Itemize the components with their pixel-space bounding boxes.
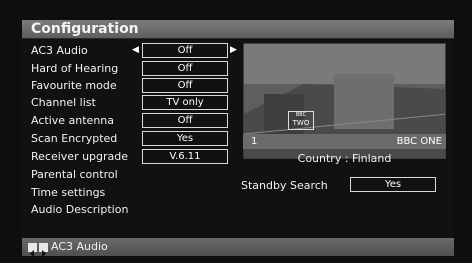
- menu-item-active-antenna[interactable]: Active antenna: [31, 113, 114, 128]
- active-antenna-value[interactable]: Off: [142, 113, 228, 128]
- menu-item-hard-of-hearing[interactable]: Hard of Hearing: [31, 61, 118, 76]
- menu-item-ac3-audio[interactable]: AC3 Audio: [31, 43, 88, 58]
- menu-item-parental-control[interactable]: Parental control: [31, 167, 118, 182]
- channel-number: 1: [251, 136, 258, 147]
- standby-search-label: Standby Search: [241, 179, 328, 192]
- footer-hint: AC3 Audio: [51, 240, 108, 253]
- footer-bar: AC3 Audio: [22, 238, 454, 257]
- country-text: Country : Finland: [297, 152, 392, 165]
- channel-list-value[interactable]: TV only: [142, 95, 228, 110]
- configuration-panel: Configuration AC3 Audio ◀ Off ▶ Hard of …: [22, 20, 454, 257]
- left-arrow-icon[interactable]: ◀: [132, 43, 139, 58]
- menu-item-channel-list[interactable]: Channel list: [31, 95, 96, 110]
- hard-of-hearing-value[interactable]: Off: [142, 61, 228, 76]
- page-title: Configuration: [31, 21, 139, 37]
- channel-name: BBC ONE: [396, 136, 442, 147]
- receiver-upgrade-value[interactable]: V.6.11: [142, 149, 228, 164]
- ac3-audio-value[interactable]: Off: [142, 43, 228, 58]
- title-bar: Configuration: [22, 20, 454, 39]
- menu-item-favourite-mode[interactable]: Favourite mode: [31, 78, 117, 93]
- menu-item-audio-description[interactable]: Audio Description: [31, 202, 128, 217]
- menu-item-receiver-upgrade[interactable]: Receiver upgrade: [31, 149, 128, 164]
- bbc-two-logo: BBC TWO: [288, 111, 314, 130]
- channel-info-bar: 1 BBC ONE: [243, 134, 446, 149]
- left-arrow-key-icon: [28, 243, 37, 257]
- right-arrow-icon[interactable]: ▶: [230, 43, 237, 58]
- standby-search-value[interactable]: Yes: [350, 177, 436, 192]
- scan-encrypted-value[interactable]: Yes: [142, 131, 228, 146]
- favourite-mode-value[interactable]: Off: [142, 78, 228, 93]
- menu-item-scan-encrypted[interactable]: Scan Encrypted: [31, 131, 117, 146]
- right-arrow-key-icon: [39, 243, 48, 257]
- menu-item-time-settings[interactable]: Time settings: [31, 185, 105, 200]
